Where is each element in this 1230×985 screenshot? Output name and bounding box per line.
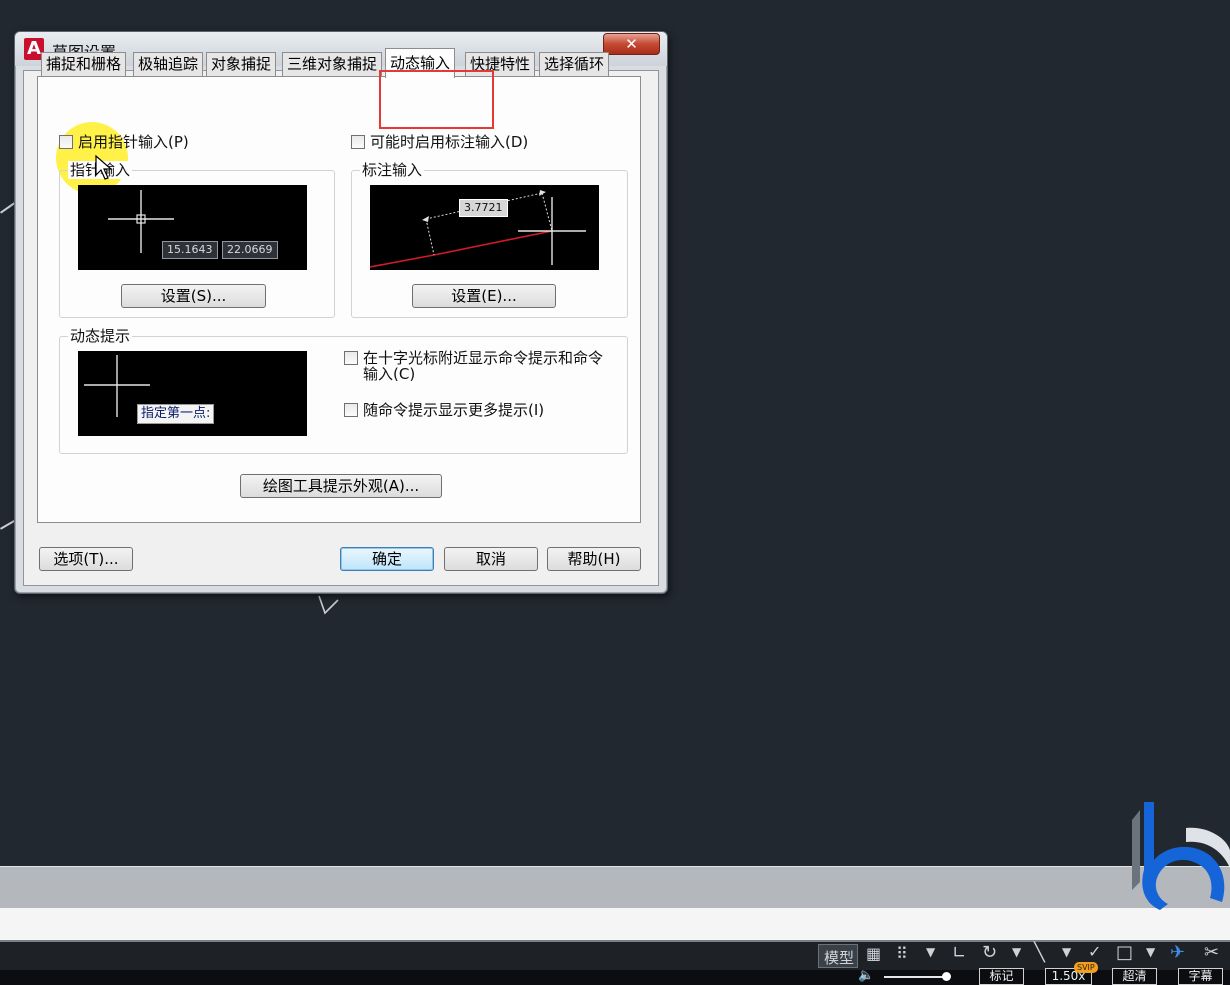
isodraft-icon[interactable]: ╲ xyxy=(1034,942,1045,963)
checkbox-box xyxy=(344,403,358,417)
tab-object-snap[interactable]: 对象捕捉 xyxy=(206,52,277,76)
tooltip-appearance-button[interactable]: 绘图工具提示外观(A)... xyxy=(240,474,442,498)
chevron-down-icon[interactable]: ▼ xyxy=(926,945,935,959)
snap-icon[interactable]: ⠿ xyxy=(896,944,908,963)
dynamic-prompts-group-label: 动态提示 xyxy=(68,327,133,345)
command-line-input[interactable] xyxy=(0,908,1230,940)
checkbox-box xyxy=(59,135,73,149)
tab-snap-grid[interactable]: 捕捉和栅格 xyxy=(41,52,127,76)
volume-slider-handle[interactable] xyxy=(942,972,951,981)
svip-badge: SVIP xyxy=(1074,962,1098,973)
cancel-button[interactable]: 取消 xyxy=(444,547,538,571)
status-bar: 模型 ▦ ⠿ ▼ ∟ ↻ ▼ ╲ ▼ ✓ □ ▼ ✈ ✂ xyxy=(0,940,1230,970)
enable-pointer-input-label: 启用指针输入(P) xyxy=(78,133,189,151)
pointer-input-preview: 15.1643 22.0669 xyxy=(78,185,307,270)
dynamic-prompt-preview: 指定第一点: xyxy=(78,351,307,436)
chevron-down-icon[interactable]: ▼ xyxy=(1012,945,1021,959)
tab-polar-tracking[interactable]: 极轴追踪 xyxy=(133,52,204,76)
dimension-input-preview: 3.7721 xyxy=(370,185,599,270)
dimension-input-settings-button[interactable]: 设置(E)... xyxy=(412,284,556,308)
object-snap-icon[interactable]: □ xyxy=(1116,942,1133,963)
annotation-scale-icon[interactable]: ✈ xyxy=(1170,942,1185,963)
command-prompt-tooltip: 指定第一点: xyxy=(137,404,215,424)
canvas-line xyxy=(0,520,15,530)
polar-tracking-icon[interactable]: ↻ xyxy=(982,942,997,963)
show-prompts-near-cursor-label-line2: 输入(C) xyxy=(363,365,416,383)
checkbox-box xyxy=(351,135,365,149)
checkbox-box xyxy=(344,351,358,365)
enable-dimension-input-label: 可能时启用标注输入(D) xyxy=(370,133,529,151)
tab-3d-object-snap[interactable]: 三维对象捕捉 xyxy=(282,52,383,76)
mouse-cursor-icon xyxy=(95,155,113,180)
ortho-icon[interactable]: ∟ xyxy=(952,943,966,963)
dimension-preview-graphic xyxy=(370,190,586,268)
pointer-input-settings-button[interactable]: 设置(S)... xyxy=(121,284,266,308)
ok-button[interactable]: 确定 xyxy=(340,547,434,571)
enable-pointer-input-checkbox[interactable]: 启用指针输入(P) xyxy=(59,133,189,151)
object-snap-tracking-icon[interactable]: ✓ xyxy=(1088,942,1101,961)
volume-icon[interactable]: 🔈 xyxy=(858,968,874,984)
volume-slider[interactable] xyxy=(884,976,946,978)
workspace-icon[interactable]: ✂ xyxy=(1204,942,1219,963)
command-area xyxy=(0,866,1230,908)
help-button[interactable]: 帮助(H) xyxy=(547,547,641,571)
dimension-value-box: 3.7721 xyxy=(459,199,508,217)
mark-button[interactable]: 标记 xyxy=(979,968,1024,985)
show-more-prompts-checkbox[interactable]: 随命令提示显示更多提示(I) xyxy=(344,401,544,419)
watermark-logo xyxy=(1132,802,1230,910)
active-tab-highlight-box xyxy=(379,70,494,129)
pointer-coord-x: 15.1643 xyxy=(162,241,218,259)
chevron-down-icon[interactable]: ▼ xyxy=(1062,945,1071,959)
enable-dimension-input-checkbox[interactable]: 可能时启用标注输入(D) xyxy=(351,133,528,151)
show-more-prompts-label: 随命令提示显示更多提示(I) xyxy=(363,401,545,419)
quality-button[interactable]: 超清 xyxy=(1112,968,1157,985)
tab-selection-cycling[interactable]: 选择循环 xyxy=(539,52,610,76)
model-space-toggle[interactable]: 模型 xyxy=(818,944,858,968)
grid-icon[interactable]: ▦ xyxy=(866,944,881,963)
close-button[interactable]: ✕ xyxy=(603,33,660,55)
pointer-coord-y: 22.0669 xyxy=(222,241,278,259)
options-button[interactable]: 选项(T)... xyxy=(39,547,133,571)
chevron-down-icon[interactable]: ▼ xyxy=(1146,945,1155,959)
canvas-arrow-mark xyxy=(318,595,339,615)
dimension-input-group-label: 标注输入 xyxy=(360,161,425,179)
subtitle-button[interactable]: 字幕 xyxy=(1178,968,1223,985)
model-space-label: 模型 xyxy=(824,949,855,967)
